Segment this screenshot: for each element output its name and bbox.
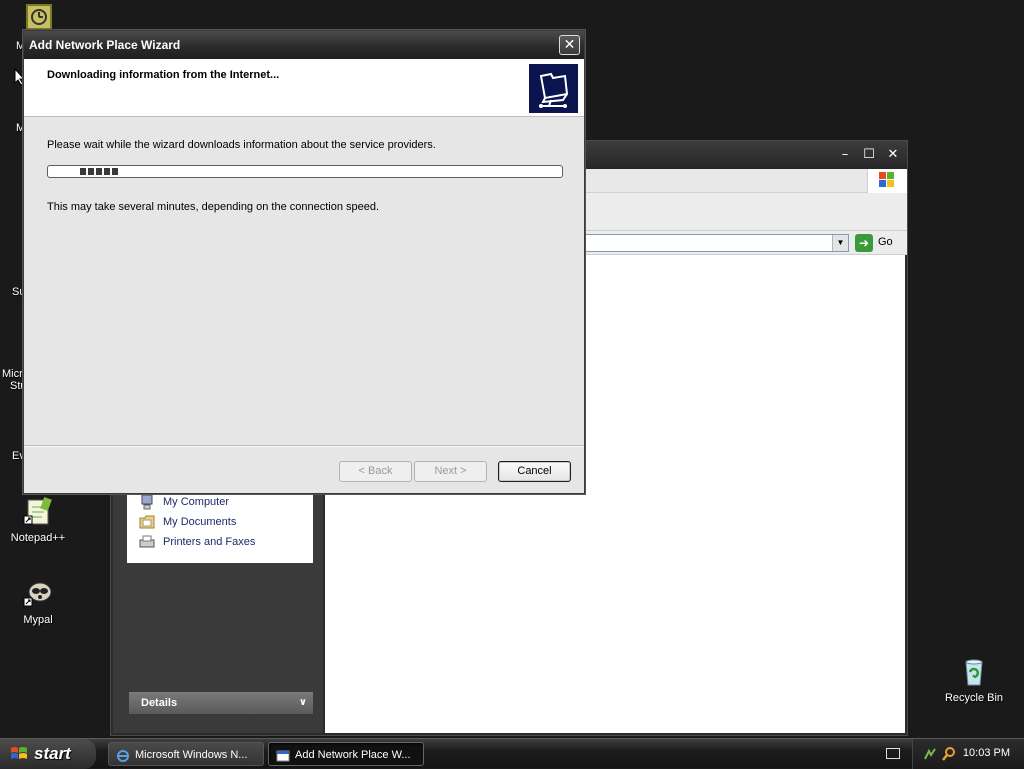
expand-chevron-icon[interactable]: ∨ [299, 692, 307, 714]
desktop-icon-label: Notepad++ [10, 532, 66, 544]
details-panel-header[interactable]: Details ∨ [129, 692, 313, 714]
progress-blocks [80, 168, 118, 175]
clock[interactable]: 10:03 PM [963, 747, 1010, 759]
minimize-button[interactable]: – [835, 146, 855, 164]
address-input[interactable]: ▼ [581, 234, 849, 252]
cancel-button[interactable]: Cancel [498, 461, 571, 482]
wizard-separator [24, 445, 584, 447]
back-button[interactable]: < Back [339, 461, 412, 482]
maximize-button[interactable]: ☐ [859, 146, 879, 164]
notepadpp-icon [22, 496, 54, 528]
other-places-box: My Computer My Documents Printers and Fa… [127, 487, 313, 563]
place-printers-faxes[interactable]: Printers and Faxes [139, 533, 255, 551]
go-arrow-icon: ➜ [855, 234, 873, 252]
taskbar: start Microsoft Windows N... Add Network… [0, 738, 1024, 769]
my-documents-icon [139, 514, 155, 530]
system-tray: 10:03 PM [912, 739, 1024, 769]
start-button[interactable]: start [0, 739, 96, 769]
desktop-icon-recycle-bin[interactable]: Recycle Bin [936, 656, 1012, 704]
network-tray-icon[interactable] [923, 747, 937, 761]
printers-icon [139, 534, 155, 550]
details-label: Details [141, 697, 178, 709]
wizard-titlebar[interactable]: Add Network Place Wizard ✕ [24, 31, 584, 59]
progress-block [112, 168, 118, 175]
place-my-computer[interactable]: My Computer [139, 493, 229, 511]
wizard-header: Downloading information from the Interne… [24, 59, 584, 117]
place-label: My Computer [163, 496, 230, 508]
download-progress-bar [47, 165, 563, 178]
go-label: Go [878, 236, 893, 248]
desktop-icon-mypal[interactable]: Mypal [0, 578, 76, 626]
progress-block [104, 168, 110, 175]
recycle-bin-icon [958, 656, 990, 688]
search-tray-icon[interactable] [941, 746, 957, 762]
wizard-speed-text: This may take several minutes, depending… [47, 201, 380, 213]
place-label: My Documents [163, 516, 237, 528]
desktop-icon-notepadpp[interactable]: Notepad++ [0, 496, 76, 544]
progress-block [88, 168, 94, 175]
wizard-close-button[interactable]: ✕ [559, 35, 580, 55]
go-button[interactable]: ➜ Go [855, 234, 901, 252]
progress-block [96, 168, 102, 175]
progress-block [80, 168, 86, 175]
address-dropdown-icon[interactable]: ▼ [832, 235, 848, 251]
wizard-header-title: Downloading information from the Interne… [47, 69, 280, 81]
taskbar-item-label: Add Network Place W... [295, 749, 411, 761]
desktop-icon-top[interactable] [26, 4, 52, 30]
place-label: Printers and Faxes [163, 536, 256, 548]
desktop-icon-label: Recycle Bin [944, 692, 1004, 704]
close-button[interactable]: ✕ [883, 146, 903, 164]
keyboard-icon[interactable] [886, 748, 900, 759]
taskbar-item-wizard[interactable]: Add Network Place W... [268, 742, 424, 766]
wizard-title: Add Network Place Wizard [29, 38, 181, 52]
windows-flag-icon [11, 747, 27, 759]
network-place-icon [529, 64, 578, 113]
start-label: start [34, 744, 71, 763]
ie-icon [116, 748, 130, 762]
place-my-documents[interactable]: My Documents [139, 513, 236, 531]
taskbar-item-label: Microsoft Windows N... [135, 749, 248, 761]
clock-app-icon [31, 9, 47, 25]
add-network-place-wizard: Add Network Place Wizard ✕ Downloading i… [23, 30, 585, 494]
my-computer-icon [139, 494, 155, 510]
taskbar-item-explorer[interactable]: Microsoft Windows N... [108, 742, 264, 766]
window-icon [276, 748, 290, 762]
desktop-icon-label: Mypal [23, 614, 53, 626]
windows-logo-icon [867, 169, 907, 193]
wizard-wait-text: Please wait while the wizard downloads i… [47, 139, 436, 151]
next-button[interactable]: Next > [414, 461, 487, 482]
mypal-icon [22, 578, 54, 610]
